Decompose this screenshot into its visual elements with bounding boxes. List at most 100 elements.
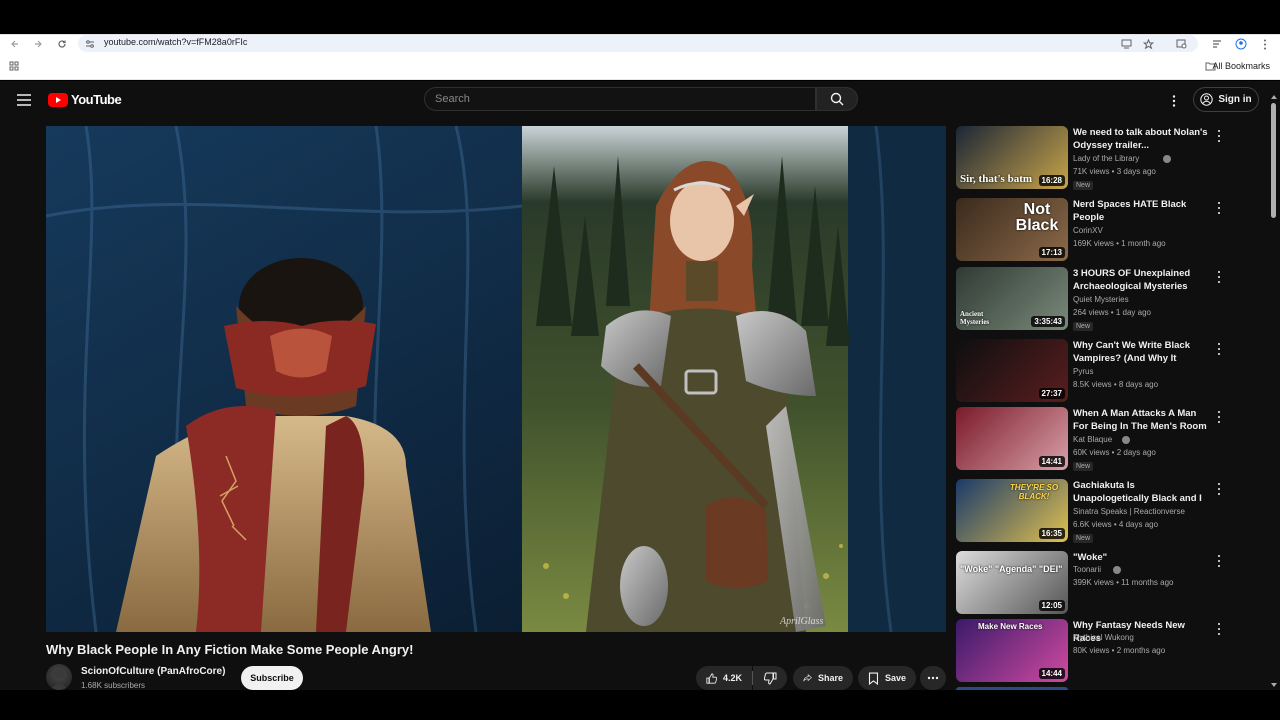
site-settings-icon[interactable] <box>82 36 98 52</box>
recommendation-menu-icon[interactable] <box>1215 555 1223 567</box>
video-player[interactable]: AprilGlass <box>46 126 946 632</box>
recommendation-thumbnail[interactable]: Make New Races 14:44 <box>956 619 1068 682</box>
youtube-play-logo-icon <box>48 92 68 107</box>
scrollbar-thumb[interactable] <box>1271 103 1276 218</box>
logo-text: YouTube <box>71 92 122 107</box>
save-label: Save <box>884 673 906 683</box>
like-button[interactable]: 4.2K <box>696 666 752 690</box>
extensions-icon[interactable] <box>1173 36 1189 52</box>
thumbnail-text: "Woke" "Agenda" "DEI" <box>960 564 1063 574</box>
account-icon <box>1200 93 1214 106</box>
thumbnail-text: Make New Races <box>978 622 1043 631</box>
youtube-page: YouTube Search Sign in AprilGlass Why Bl… <box>0 81 1280 690</box>
recommendation-item[interactable]: Ancient Mysteries 3:35:43 3 HOURS OF Unexp… <box>956 267 1231 331</box>
hamburger-menu-icon[interactable] <box>17 93 31 111</box>
channel-avatar[interactable] <box>46 664 72 690</box>
search-button[interactable] <box>816 87 858 111</box>
recommendation-thumbnail[interactable]: Ancient Mysteries 3:35:43 <box>956 267 1068 330</box>
search-input[interactable]: Search <box>424 87 816 111</box>
install-app-icon[interactable] <box>1118 36 1134 52</box>
video-frame: AprilGlass <box>46 126 946 632</box>
apps-grid-icon[interactable] <box>6 58 22 74</box>
sign-in-button[interactable]: Sign in <box>1193 87 1259 112</box>
thumbs-down-icon <box>763 672 776 685</box>
recommendation-menu-icon[interactable] <box>1215 343 1223 355</box>
recommendation-thumbnail[interactable]: "Woke" "Agenda" "DEI" 12:05 <box>956 551 1068 614</box>
more-actions-button[interactable] <box>920 666 946 690</box>
recommendation-menu-icon[interactable] <box>1215 271 1223 283</box>
recommendation-channel[interactable]: Sinatra Speaks | Reactionverse <box>1073 507 1185 516</box>
recommendation-menu-icon[interactable] <box>1215 483 1223 495</box>
recommendation-title[interactable]: "Woke" <box>1073 551 1211 564</box>
recommendation-channel[interactable]: Mythical Wukong <box>1073 633 1134 642</box>
like-count: 4.2K <box>722 673 742 683</box>
recommendation-menu-icon[interactable] <box>1215 202 1223 214</box>
recommendation-item[interactable]: "Woke" "Agenda" "DEI" 12:05 "Woke" Toonarii… <box>956 551 1231 615</box>
recommendation-item[interactable]: 14:41 When A Man Attacks A Man For Being … <box>956 407 1231 471</box>
recommendation-title[interactable]: We need to talk about Nolan's Odyssey tr… <box>1073 126 1211 152</box>
url-text[interactable]: youtube.com/watch?v=fFM28a0rFIc <box>104 37 247 47</box>
verified-check-icon <box>1113 566 1121 574</box>
sign-in-label: Sign in <box>1218 94 1252 105</box>
thumbnail-text: Sir, that's batm <box>960 173 1033 185</box>
thumbnail-text: Not Black <box>1015 201 1059 234</box>
recommendation-menu-icon[interactable] <box>1215 411 1223 423</box>
all-bookmarks[interactable]: All Bookmarks <box>1212 61 1270 71</box>
profile-icon[interactable] <box>1233 36 1249 52</box>
recommendation-thumbnail[interactable]: Not Black 17:13 <box>956 198 1068 261</box>
verified-check-icon <box>1122 436 1130 444</box>
youtube-logo[interactable]: YouTube <box>48 92 122 107</box>
recommendation-menu-icon[interactable] <box>1215 130 1223 142</box>
recommendation-menu-icon[interactable] <box>1215 623 1223 635</box>
recommendation-meta: 169K views • 1 month ago <box>1073 239 1166 248</box>
recommendation-item[interactable]: 27:37 Why Can't We Write Black Vampires? … <box>956 339 1231 403</box>
forward-icon[interactable] <box>30 36 46 52</box>
save-button[interactable]: Save <box>858 666 916 690</box>
recommendation-thumbnail[interactable]: Sir, that's batm 16:28 <box>956 126 1068 189</box>
recommendation-title[interactable]: When A Man Attacks A Man For Being In Th… <box>1073 407 1211 433</box>
bookmark-star-icon[interactable] <box>1140 36 1156 52</box>
channel-name[interactable]: ScionOfCulture (PanAfroCore) <box>81 666 225 677</box>
scroll-up-arrow[interactable] <box>1271 95 1277 99</box>
recommendation-meta: 60K views • 2 days ago <box>1073 448 1156 457</box>
dislike-button[interactable] <box>753 666 787 690</box>
reload-icon[interactable] <box>54 36 70 52</box>
recommendation-item[interactable]: Sir, that's batm 16:28 We need to talk abo… <box>956 126 1231 190</box>
share-button[interactable]: Share <box>793 666 853 690</box>
recommendation-channel[interactable]: Lady of the Library <box>1073 154 1139 163</box>
scrollbar[interactable] <box>1270 91 1277 690</box>
share-label: Share <box>817 673 843 683</box>
browser-menu-icon[interactable] <box>1257 36 1273 52</box>
back-icon[interactable] <box>7 36 23 52</box>
recommendation-title[interactable]: Why Can't We Write Black Vampires? (And … <box>1073 339 1211 365</box>
recommendation-meta: 264 views • 1 day ago <box>1073 308 1151 317</box>
reading-list-icon[interactable] <box>1209 36 1225 52</box>
search-icon <box>830 92 844 106</box>
new-badge: New <box>1073 322 1094 331</box>
recommendation-title[interactable]: Gachiakuta Is Unapologetically Black and… <box>1073 479 1211 505</box>
video-duration: 12:05 <box>1038 600 1065 611</box>
recommendation-meta: 399K views • 11 months ago <box>1073 578 1174 587</box>
recommendation-meta: 8.5K views • 8 days ago <box>1073 380 1159 389</box>
recommendation-channel[interactable]: CorinXV <box>1073 226 1103 235</box>
recommendation-item[interactable]: Not Black 17:13 Nerd Spaces HATE Black Peo… <box>956 198 1231 262</box>
video-duration: 17:13 <box>1038 247 1065 258</box>
recommendation-meta: 6.6K views • 4 days ago <box>1073 520 1159 529</box>
scroll-down-arrow[interactable] <box>1271 683 1277 687</box>
browser-toolbar: youtube.com/watch?v=fFM28a0rFIc <box>0 34 1280 52</box>
recommendation-thumbnail[interactable]: 14:41 <box>956 407 1068 470</box>
subscribe-button[interactable]: Subscribe <box>241 666 303 690</box>
bookmark-icon <box>868 671 879 685</box>
recommendation-title[interactable]: 3 HOURS OF Unexplained Archaeological My… <box>1073 267 1211 293</box>
recommendation-thumbnail[interactable]: THEY'RE SO BLACK! 16:35 <box>956 479 1068 542</box>
settings-kebab-icon[interactable] <box>1172 94 1176 112</box>
recommendation-item[interactable]: Make New Races 14:44 Why Fantasy Needs New… <box>956 619 1231 683</box>
recommendation-channel[interactable]: Quiet Mysteries <box>1073 295 1129 304</box>
recommendation-thumbnail[interactable]: 27:37 <box>956 339 1068 402</box>
new-badge: New <box>1073 181 1094 190</box>
recommendation-item[interactable]: THEY'RE SO BLACK! 16:35 Gachiakuta Is Unap… <box>956 479 1231 543</box>
recommendation-channel[interactable]: Pyrus <box>1073 367 1093 376</box>
recommendation-title[interactable]: Nerd Spaces HATE Black People <box>1073 198 1211 224</box>
recommendation-channel[interactable]: Toonarii <box>1073 565 1101 574</box>
recommendation-channel[interactable]: Kat Blaque <box>1073 435 1112 444</box>
